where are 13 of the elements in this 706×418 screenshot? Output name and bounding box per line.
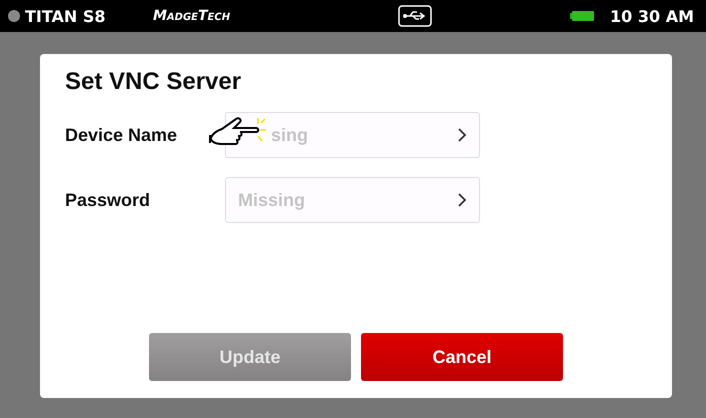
- status-dot-icon: [8, 10, 20, 22]
- cancel-button[interactable]: Cancel: [361, 333, 563, 381]
- field-label: Password: [65, 190, 152, 210]
- input-field[interactable]: sing: [225, 112, 480, 158]
- battery-icon: [570, 11, 594, 21]
- clock: 10 30 AM: [610, 6, 694, 26]
- dialog-title: Set VNC Server: [65, 68, 242, 96]
- field-label: Device Name: [65, 124, 178, 146]
- brand-logo: MadgeTech: [153, 8, 232, 24]
- input-field[interactable]: Missing: [225, 177, 480, 223]
- chevron-right-icon: [457, 128, 467, 142]
- chevron-right-icon: [457, 193, 467, 207]
- device-name: TITAN S8: [25, 6, 107, 26]
